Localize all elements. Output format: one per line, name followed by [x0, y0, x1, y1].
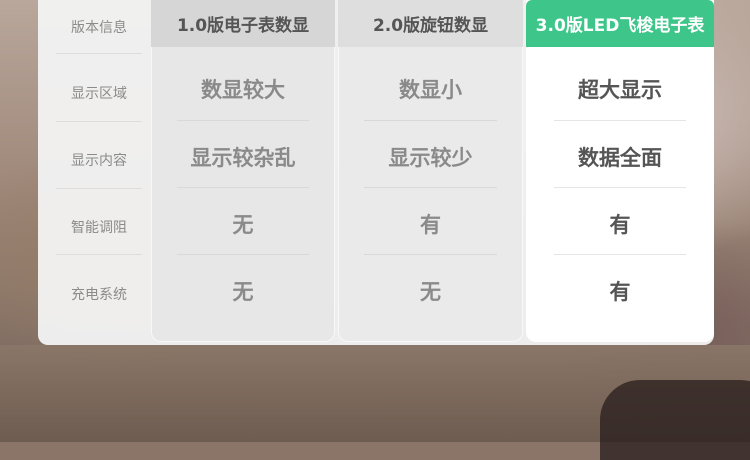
column-title: 1.0版电子表数显	[151, 0, 335, 47]
cell-charging-system: 无	[420, 280, 441, 304]
column-v1: 1.0版电子表数显 数显较大 显示较杂乱 无 无	[151, 0, 335, 342]
row-label-display-content: 显示内容	[71, 153, 127, 169]
divider	[56, 121, 142, 122]
cell-display-content: 显示较杂乱	[190, 146, 296, 170]
divider	[364, 254, 497, 255]
divider	[554, 187, 686, 188]
divider	[554, 120, 686, 121]
row-label-display-area: 显示区域	[71, 86, 127, 102]
divider	[177, 254, 309, 255]
divider	[364, 120, 497, 121]
divider	[56, 53, 142, 54]
column-v2: 2.0版旋钮数显 数显小 显示较少 有 无	[338, 0, 523, 342]
column-title: 2.0版旋钮数显	[338, 0, 523, 47]
cell-smart-resistance: 有	[420, 213, 441, 237]
cell-display-content: 显示较少	[388, 146, 473, 170]
column-v3: 3.0版LED飞梭电子表 超大显示 数据全面 有 有	[526, 0, 714, 342]
column-title: 3.0版LED飞梭电子表	[526, 0, 714, 47]
cell-display-area: 数显较大	[201, 78, 285, 102]
cell-display-content: 数据全面	[578, 146, 662, 170]
background-shadow	[600, 380, 750, 460]
row-label-smart-resistance: 智能调阻	[71, 220, 127, 236]
cell-display-area: 超大显示	[578, 78, 662, 102]
divider	[554, 254, 686, 255]
cell-charging-system: 无	[232, 280, 254, 304]
row-label-charging-system: 充电系统	[71, 287, 127, 303]
divider	[177, 120, 309, 121]
header-label: 版本信息	[71, 20, 127, 36]
row-labels: 版本信息 显示区域 显示内容 智能调阻 充电系统	[56, 0, 142, 330]
divider	[177, 187, 309, 188]
cell-smart-resistance: 有	[609, 213, 631, 237]
cell-smart-resistance: 无	[232, 213, 254, 237]
cell-charging-system: 有	[609, 280, 631, 304]
divider	[364, 187, 497, 188]
divider	[56, 254, 142, 255]
divider	[56, 188, 142, 189]
cell-display-area: 数显小	[399, 78, 462, 102]
